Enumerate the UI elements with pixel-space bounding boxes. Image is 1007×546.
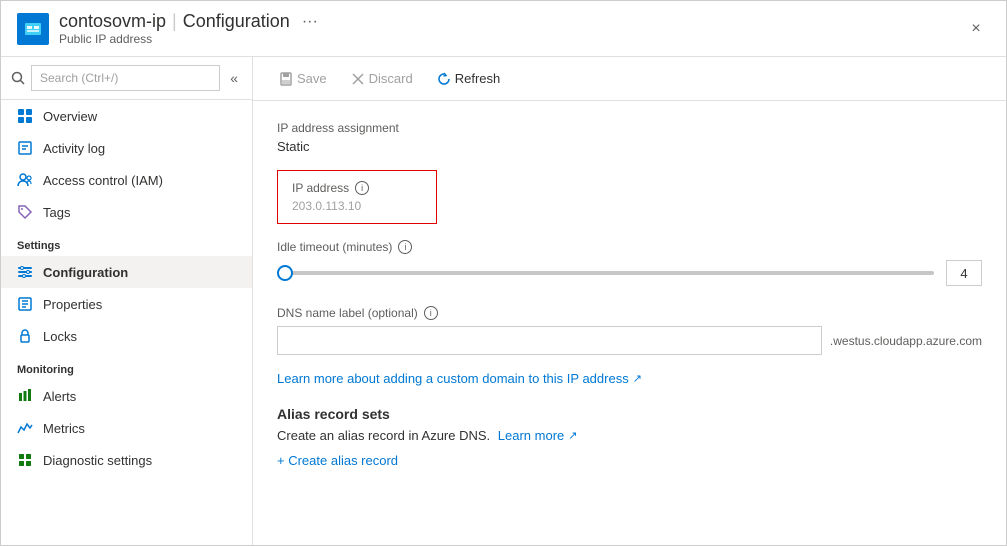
alerts-icon (17, 388, 33, 404)
ip-assignment-section: IP address assignment Static (277, 121, 982, 154)
collapse-button[interactable]: « (226, 68, 242, 88)
slider-thumb[interactable] (277, 265, 293, 281)
azure-portal-window: contosovm-ip | Configuration ··· Public … (0, 0, 1007, 546)
sidebar-item-properties[interactable]: Properties (1, 288, 252, 320)
alias-learn-more-link[interactable]: Learn more ↗ (498, 428, 578, 443)
search-input[interactable] (31, 65, 220, 91)
save-icon (279, 72, 293, 86)
sidebar-item-overview[interactable]: Overview (1, 100, 252, 132)
ip-address-label-row: IP address i (292, 181, 422, 195)
title-ellipsis[interactable]: ··· (302, 13, 318, 31)
resource-icon (17, 13, 49, 45)
learn-more-domain-link[interactable]: Learn more about adding a custom domain … (277, 371, 642, 386)
search-bar: « (1, 57, 252, 100)
sidebar-item-metrics[interactable]: Metrics (1, 412, 252, 444)
sidebar-item-tags-label: Tags (43, 205, 70, 220)
idle-timeout-label-row: Idle timeout (minutes) i (277, 240, 982, 254)
toolbar: Save Discard Refresh (253, 57, 1006, 101)
slider-row: 4 (277, 260, 982, 286)
dns-suffix: .westus.cloudapp.azure.com (830, 334, 982, 348)
alias-title: Alias record sets (277, 406, 982, 422)
title-bar: contosovm-ip | Configuration ··· Public … (1, 1, 1006, 57)
config-icon (17, 264, 33, 280)
idle-timeout-info-icon[interactable]: i (398, 240, 412, 254)
refresh-button[interactable]: Refresh (427, 65, 511, 92)
locks-icon (17, 328, 33, 344)
alias-section: Alias record sets Create an alias record… (277, 406, 982, 468)
sidebar: « Overview (1, 57, 253, 545)
discard-icon (351, 72, 365, 86)
sidebar-item-metrics-label: Metrics (43, 421, 85, 436)
ip-assignment-label: IP address assignment (277, 121, 982, 135)
alias-learn-more-text: Learn more (498, 428, 564, 443)
dns-input-row: .westus.cloudapp.azure.com (277, 326, 982, 355)
external-link-icon: ↗ (633, 372, 642, 385)
slider-value: 4 (946, 260, 982, 286)
sidebar-item-diagnostic-label: Diagnostic settings (43, 453, 152, 468)
sidebar-item-diagnostic[interactable]: Diagnostic settings (1, 444, 252, 476)
save-button[interactable]: Save (269, 65, 337, 92)
activity-icon (17, 140, 33, 156)
dns-label-row: DNS name label (optional) i (277, 306, 982, 320)
learn-more-domain-text: Learn more about adding a custom domain … (277, 371, 629, 386)
sidebar-item-tags[interactable]: Tags (1, 196, 252, 228)
sidebar-item-activity-label: Activity log (43, 141, 105, 156)
dns-info-icon[interactable]: i (424, 306, 438, 320)
access-icon (17, 172, 33, 188)
main-content: IP address assignment Static IP address … (253, 101, 1006, 545)
ip-address-label-text: IP address (292, 181, 349, 195)
diagnostic-icon (17, 452, 33, 468)
ip-address-value: 203.0.113.10 (292, 199, 422, 213)
ip-address-info-icon[interactable]: i (355, 181, 369, 195)
refresh-icon (437, 72, 451, 86)
overview-icon (17, 108, 33, 124)
ip-assignment-value: Static (277, 139, 982, 154)
sidebar-item-properties-label: Properties (43, 297, 102, 312)
content-area: « Overview (1, 57, 1006, 545)
page-section: Configuration (183, 11, 290, 32)
monitoring-section-label: Monitoring (1, 352, 252, 380)
sidebar-item-access-label: Access control (IAM) (43, 173, 163, 188)
idle-timeout-section: Idle timeout (minutes) i 4 (277, 240, 982, 286)
main-panel: Save Discard Refresh (253, 57, 1006, 545)
idle-timeout-label: Idle timeout (minutes) (277, 240, 392, 254)
resource-name: contosovm-ip (59, 11, 166, 32)
sidebar-item-locks[interactable]: Locks (1, 320, 252, 352)
learn-more-domain-row: Learn more about adding a custom domain … (277, 371, 982, 386)
title-bar-text: contosovm-ip | Configuration ··· Public … (59, 11, 962, 46)
sidebar-item-alerts-label: Alerts (43, 389, 76, 404)
metrics-icon (17, 420, 33, 436)
dns-name-label: DNS name label (optional) (277, 306, 418, 320)
ip-address-box: IP address i 203.0.113.10 (277, 170, 437, 224)
properties-icon (17, 296, 33, 312)
sidebar-item-config-label: Configuration (43, 265, 128, 280)
create-alias-record-button[interactable]: + Create alias record (277, 453, 398, 468)
discard-button[interactable]: Discard (341, 65, 423, 92)
sidebar-item-configuration[interactable]: Configuration (1, 256, 252, 288)
alias-desc-text: Create an alias record in Azure DNS. (277, 428, 490, 443)
create-alias-label: + Create alias record (277, 453, 398, 468)
sidebar-item-alerts[interactable]: Alerts (1, 380, 252, 412)
alias-external-icon: ↗ (568, 429, 577, 442)
sidebar-item-access-control[interactable]: Access control (IAM) (1, 164, 252, 196)
dns-name-input[interactable] (277, 326, 822, 355)
sidebar-item-overview-label: Overview (43, 109, 97, 124)
sidebar-item-activity-log[interactable]: Activity log (1, 132, 252, 164)
idle-timeout-slider[interactable] (277, 271, 934, 275)
dns-name-section: DNS name label (optional) i .westus.clou… (277, 306, 982, 355)
resource-subtitle: Public IP address (59, 32, 962, 46)
sidebar-item-locks-label: Locks (43, 329, 77, 344)
title-separator: | (172, 11, 177, 32)
settings-section-label: Settings (1, 228, 252, 256)
close-button[interactable]: × (962, 15, 990, 43)
search-icon (11, 71, 25, 85)
tags-icon (17, 204, 33, 220)
alias-desc: Create an alias record in Azure DNS. Lea… (277, 428, 982, 443)
